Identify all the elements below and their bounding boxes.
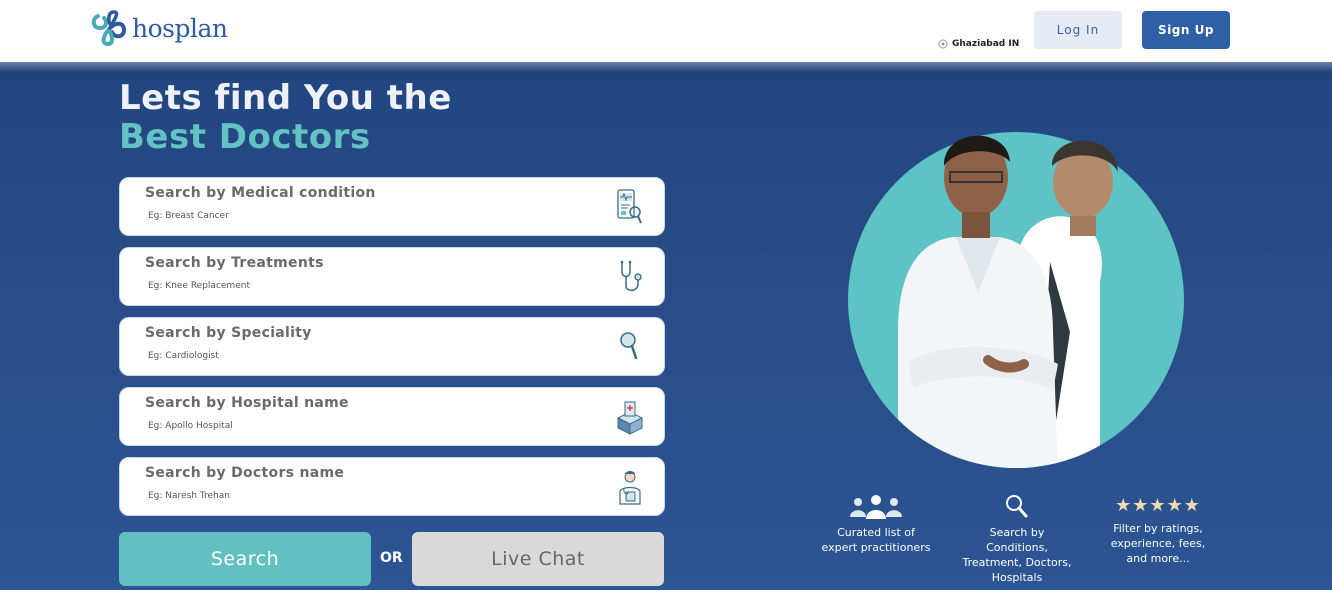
hero-headline-highlight: Best Doctors xyxy=(119,117,371,157)
top-header: hosplan Ghaziabad IN Log In Sign Up xyxy=(0,0,1332,62)
login-button[interactable]: Log In xyxy=(1034,11,1122,49)
search-field-hint: Eg: Apollo Hospital xyxy=(148,421,233,431)
search-field-title: Search by Doctors name xyxy=(145,465,345,481)
doctor-icon xyxy=(619,471,641,505)
search-icon xyxy=(1006,495,1028,518)
feature-text-line: Curated list of xyxy=(837,526,915,539)
search-doctor-field[interactable]: Search by Doctors name Eg: Naresh Trehan xyxy=(119,457,665,516)
feature-search-by: Search by Conditions, Treatment, Doctors… xyxy=(942,493,1092,585)
feature-text-line: Search by xyxy=(989,526,1045,539)
search-field-hint: Eg: Naresh Trehan xyxy=(148,491,230,501)
live-chat-button[interactable]: Live Chat xyxy=(412,532,664,586)
medical-report-icon xyxy=(617,189,642,224)
search-field-title: Search by Speciality xyxy=(145,325,312,341)
signup-button[interactable]: Sign Up xyxy=(1142,11,1230,49)
location-text: Ghaziabad IN xyxy=(952,39,1020,49)
magnifier-icon xyxy=(620,332,638,360)
stethoscope-icon xyxy=(620,260,642,291)
feature-curated-practitioners: Curated list of expert practitioners xyxy=(801,493,951,555)
brand-name: hosplan xyxy=(132,13,228,43)
brand-logo[interactable]: hosplan xyxy=(90,8,228,48)
star-rating-icon: ★★★★★ xyxy=(1115,495,1201,516)
search-medical-condition-field[interactable]: Search by Medical condition Eg: Breast C… xyxy=(119,177,665,236)
header-shadow xyxy=(0,62,1332,72)
feature-text-line: Conditions, xyxy=(986,541,1048,554)
hospital-building-icon xyxy=(616,401,644,435)
feature-text-line: Filter by ratings, xyxy=(1113,522,1203,535)
search-field-title: Search by Treatments xyxy=(145,255,324,271)
search-speciality-field[interactable]: Search by Speciality Eg: Cardiologist xyxy=(119,317,665,376)
search-field-hint: Eg: Cardiologist xyxy=(148,351,219,361)
search-field-hint: Eg: Knee Replacement xyxy=(148,281,250,291)
doctors-photo xyxy=(848,132,1184,468)
location-pin-icon xyxy=(938,39,948,49)
feature-text-line: and more... xyxy=(1126,552,1190,565)
search-hospital-field[interactable]: Search by Hospital name Eg: Apollo Hospi… xyxy=(119,387,665,446)
practitioners-group-icon xyxy=(850,495,902,519)
search-button[interactable]: Search xyxy=(119,532,371,586)
hero-headline: Lets find You the xyxy=(119,78,452,118)
feature-filters: ★★★★★ Filter by ratings, experience, fee… xyxy=(1083,493,1233,566)
search-field-title: Search by Hospital name xyxy=(145,395,349,411)
feature-text-line: experience, fees, xyxy=(1110,537,1206,550)
hosplan-logo-icon xyxy=(91,10,127,47)
search-field-hint: Eg: Breast Cancer xyxy=(148,211,229,221)
feature-text-line: Hospitals xyxy=(991,571,1043,584)
feature-text-line: expert practitioners xyxy=(821,541,931,554)
feature-text-line: Treatment, Doctors, xyxy=(962,556,1072,569)
search-field-title: Search by Medical condition xyxy=(145,185,376,201)
location-indicator[interactable]: Ghaziabad IN xyxy=(938,39,1019,49)
search-treatments-field[interactable]: Search by Treatments Eg: Knee Replacemen… xyxy=(119,247,665,306)
or-separator: OR xyxy=(380,550,403,566)
